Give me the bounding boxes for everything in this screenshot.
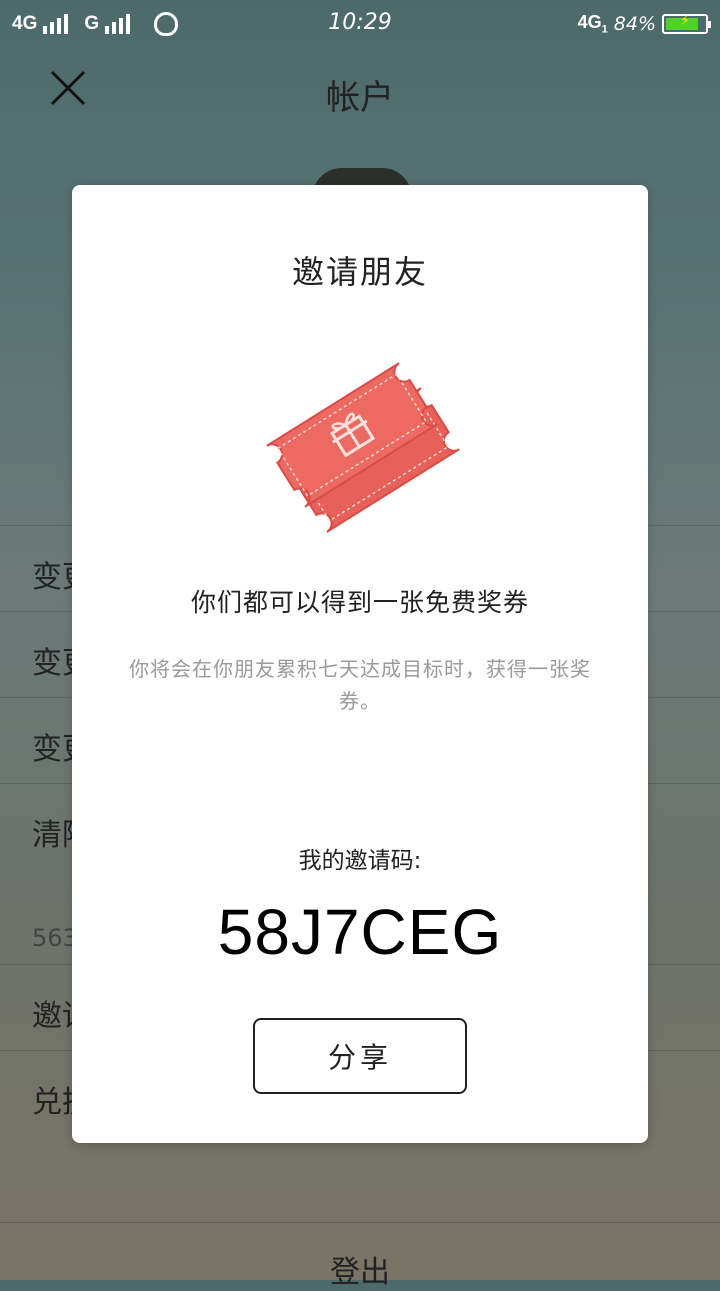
sim-index-label: 1 xyxy=(601,23,608,36)
invite-friends-dialog: 邀请朋友 你们都可以得到一张免费奖券 你将会在你朋友累积七天达成目标时，获得一张… xyxy=(72,185,648,1143)
status-bar: 4G G 10:29 4G1 84% ⚡ xyxy=(0,0,720,48)
share-button[interactable]: 分享 xyxy=(253,1018,467,1094)
logout-button[interactable]: 登出 xyxy=(0,1222,720,1290)
section-header-label: 563 xyxy=(32,924,78,952)
page-title: 帐户 xyxy=(326,78,394,118)
battery-icon: ⚡ xyxy=(662,12,711,34)
data-network-label: 4G xyxy=(577,12,602,32)
dialog-title: 邀请朋友 xyxy=(291,253,428,291)
header: 帐户 xyxy=(0,48,720,138)
logout-label: 登出 xyxy=(330,1255,390,1290)
reward-description: 你将会在你朋友累积七天达成目标时，获得一张奖券。 xyxy=(129,657,591,713)
data-network-indicator: 4G1 xyxy=(578,12,608,36)
status-bar-right: 4G1 84% ⚡ xyxy=(578,12,711,36)
reward-headline: 你们都可以得到一张免费奖券 xyxy=(190,588,529,617)
gift-ticket-icon xyxy=(266,362,460,533)
charging-bolt-icon: ⚡ xyxy=(680,12,690,29)
invite-code-label: 我的邀请码: xyxy=(298,848,422,874)
battery-percent: 84% xyxy=(613,12,656,35)
invite-code: 58J7CEG xyxy=(217,896,503,968)
